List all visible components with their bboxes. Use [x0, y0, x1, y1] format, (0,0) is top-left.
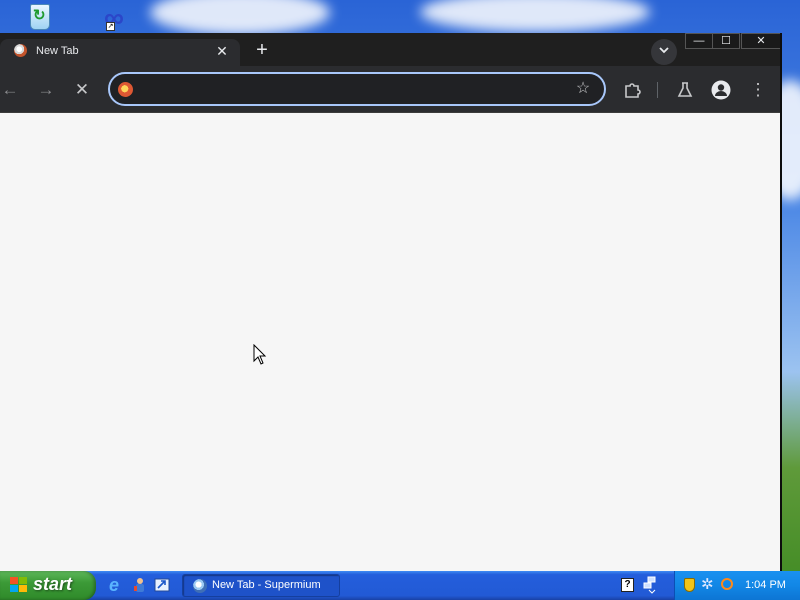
- taskbar-window-button[interactable]: New Tab - Supermium: [182, 574, 340, 597]
- page-content[interactable]: [0, 113, 780, 571]
- help-icon[interactable]: ?: [621, 578, 634, 592]
- recycle-bin-icon[interactable]: ↻: [24, 2, 58, 32]
- supermium-icon: [193, 579, 207, 593]
- start-button[interactable]: start: [0, 571, 96, 600]
- extensions-button[interactable]: [620, 78, 644, 102]
- close-tab-icon[interactable]: ✕: [213, 42, 231, 60]
- toolbar-separator: [657, 82, 658, 98]
- minimize-button[interactable]: —: [685, 33, 713, 49]
- close-window-button[interactable]: ✕: [741, 33, 780, 49]
- flask-icon: [677, 82, 693, 97]
- start-label: start: [33, 574, 73, 594]
- tab-new-tab[interactable]: New Tab ✕: [0, 39, 240, 66]
- tab-search-button[interactable]: [651, 39, 677, 65]
- forward-button[interactable]: →: [34, 78, 58, 102]
- desktop-cloud: [150, 0, 330, 35]
- profile-button[interactable]: [709, 78, 733, 102]
- bookmark-star-icon[interactable]: ☆: [573, 79, 593, 99]
- labs-button[interactable]: [673, 78, 697, 102]
- address-input[interactable]: [140, 78, 560, 100]
- windows-flag-icon: [10, 577, 28, 594]
- media-icon[interactable]: [132, 577, 149, 594]
- stop-loading-button[interactable]: ✕: [70, 78, 94, 102]
- mouse-cursor-icon: [253, 344, 267, 365]
- new-tab-button[interactable]: +: [250, 39, 274, 63]
- taskbar-window-label: New Tab - Supermium: [212, 579, 321, 591]
- system-tray: ✲ 1:04 PM: [674, 571, 800, 600]
- tab-strip: New Tab ✕ + — ☐ ✕: [0, 33, 780, 66]
- back-button[interactable]: ←: [0, 78, 22, 102]
- desktop-cloud: [420, 0, 650, 32]
- maximize-button[interactable]: ☐: [712, 33, 740, 49]
- clock[interactable]: 1:04 PM: [745, 579, 786, 591]
- avatar-icon: [711, 80, 731, 100]
- desktop-icon[interactable]: [154, 577, 171, 594]
- gear-icon[interactable]: ✲: [701, 575, 714, 595]
- shortcut-icon[interactable]: ∞ ↗: [104, 4, 138, 36]
- browser-window: New Tab ✕ + — ☐ ✕ ← → ✕ ☆ ⋮: [0, 33, 782, 571]
- puzzle-icon: [625, 83, 641, 98]
- duckduckgo-icon: [118, 82, 133, 97]
- address-bar[interactable]: ☆: [108, 72, 606, 106]
- browser-favicon-icon: [14, 44, 27, 57]
- browser-menu-button[interactable]: ⋮: [746, 78, 770, 102]
- tab-title: New Tab: [36, 45, 79, 57]
- network-icon[interactable]: [643, 576, 657, 594]
- internet-explorer-icon[interactable]: e: [109, 576, 126, 594]
- search-icon[interactable]: [721, 578, 733, 590]
- taskbar: start e New Tab - Supermium ? ✲ 1:04 PM: [0, 571, 800, 600]
- browser-toolbar: ← → ✕ ☆ ⋮: [0, 66, 780, 113]
- chevron-down-icon: [659, 47, 669, 54]
- shield-icon[interactable]: [684, 578, 695, 592]
